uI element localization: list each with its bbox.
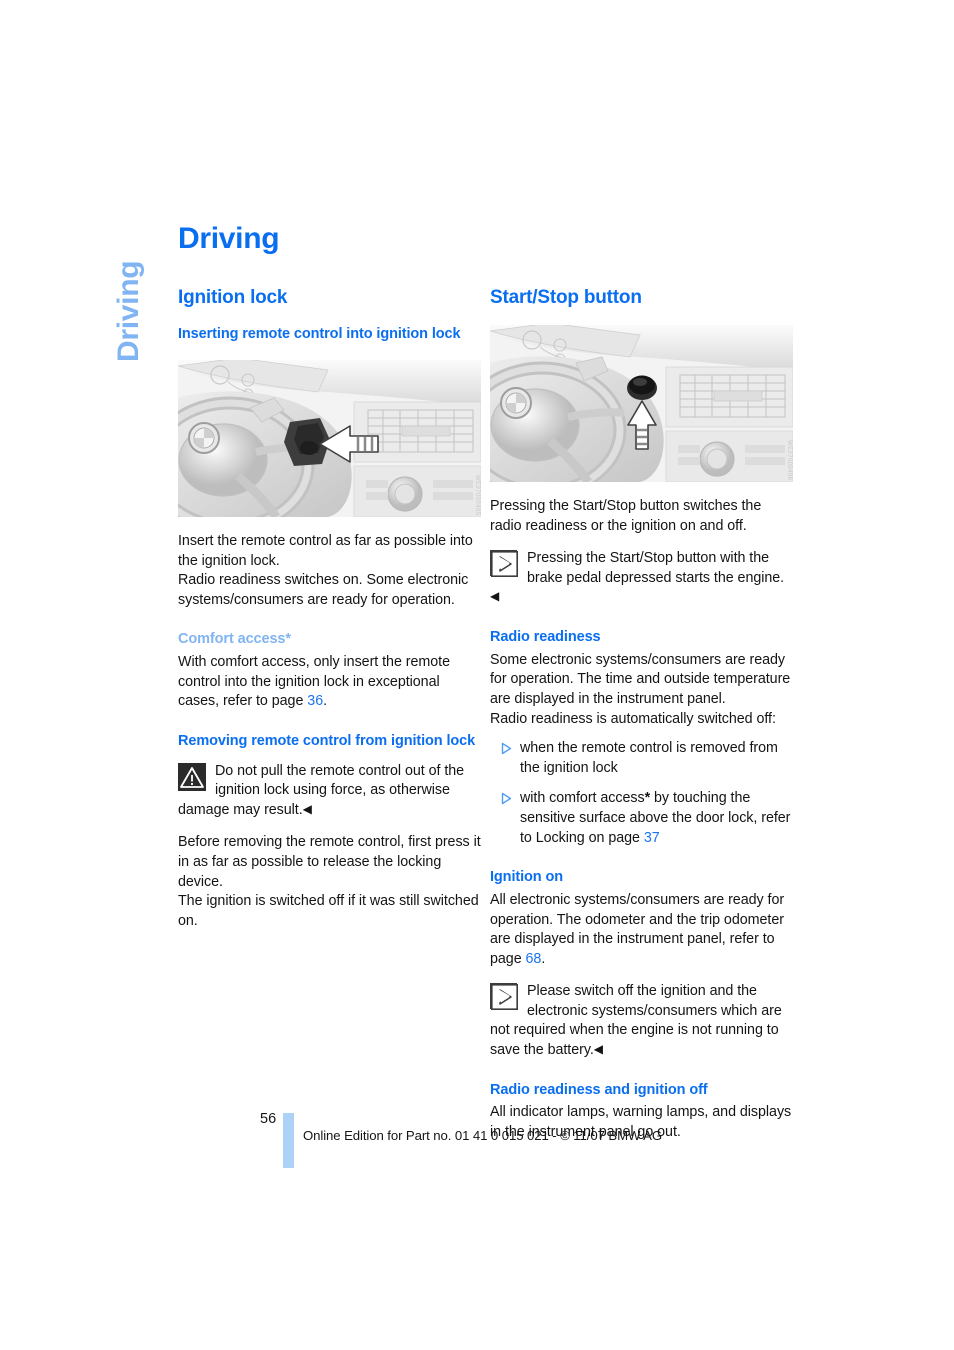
- manual-page: Driving Driving Ignition lock Inserting …: [0, 0, 954, 1350]
- page-number: 56: [260, 1111, 277, 1127]
- note-end-marker: ◀: [302, 801, 312, 816]
- bullet-triangle-icon: [493, 743, 512, 755]
- paragraph-radio-readiness-switched-off: Radio readiness is automatically switche…: [490, 710, 776, 727]
- paragraph-radio-readiness-desc: Some electronic systems/consumers are re…: [490, 651, 791, 708]
- note-end-marker: ◀: [593, 1042, 603, 1056]
- figure-code-label: WE27000495: [474, 474, 480, 516]
- triangle-note-icon: [490, 550, 518, 578]
- info-note-text: Pressing the Start/Stop button with the …: [527, 550, 785, 586]
- footer-accent-bar: [283, 1113, 294, 1168]
- page-reference-37[interactable]: 37: [644, 830, 660, 846]
- figure-code-label: WE27000496: [786, 439, 792, 481]
- bullet-text: when the remote control is removed from …: [520, 740, 778, 776]
- paragraph-before-removing: Before removing the remote control, firs…: [178, 834, 481, 890]
- comfort-access-text-post: .: [323, 693, 328, 710]
- page-reference-68[interactable]: 68: [526, 951, 542, 967]
- list-item: when the remote control is removed from …: [490, 739, 793, 778]
- figure-start-stop-button-illustration: WE27000496: [490, 325, 793, 483]
- warning-note-block: Do not pull the remote control out of th…: [178, 762, 481, 821]
- warning-triangle-icon: [178, 762, 206, 791]
- paragraph-ignition-switched-off: The ignition is switched off if it was s…: [178, 893, 479, 929]
- left-column: Ignition lock Inserting remote control i…: [178, 286, 481, 931]
- section-heading-ignition-lock: Ignition lock: [178, 287, 288, 308]
- note-end-marker: ◀: [490, 589, 500, 604]
- subheading-ignition-on: Ignition on: [490, 869, 563, 886]
- chapter-side-tab: Driving: [112, 260, 145, 362]
- figure-ignition-lock-illustration: WE27000495: [178, 360, 481, 518]
- warning-note-text: Do not pull the remote control out of th…: [178, 762, 465, 818]
- info-note-block-engine-start: Pressing the Start/Stop button with the …: [490, 549, 793, 608]
- info-note-text: Please switch off the ignition and the e…: [490, 983, 782, 1058]
- ignition-on-text-post: .: [541, 950, 546, 967]
- paragraph-comfort-access: With comfort access, only insert the rem…: [178, 653, 481, 712]
- subheading-radio-readiness-ignition-off: Radio readiness and ignition off: [490, 1081, 708, 1098]
- bullet-triangle-icon: [493, 793, 512, 805]
- paragraph-ignition-on-desc: All electronic systems/consumers are rea…: [490, 891, 793, 969]
- paragraph-radio-readiness-on: Radio readiness switches on. Some electr…: [178, 572, 469, 608]
- subheading-radio-readiness: Radio readiness: [490, 629, 601, 646]
- paragraph-pressing-start-stop: Pressing the Start/Stop button switches …: [490, 498, 762, 534]
- info-note-block-save-battery: Please switch off the ignition and the e…: [490, 982, 793, 1060]
- triangle-note-icon: [490, 983, 518, 1011]
- subheading-comfort-access: Comfort access*: [178, 631, 291, 648]
- subheading-removing-remote-control: Removing remote control from ignition lo…: [178, 732, 476, 749]
- page-title: Driving: [178, 222, 280, 255]
- section-heading-start-stop-button: Start/Stop button: [490, 287, 642, 308]
- footer-imprint: Online Edition for Part no. 01 41 0 015 …: [303, 1128, 663, 1143]
- page-reference-36[interactable]: 36: [307, 693, 323, 709]
- right-column: Start/Stop button WE27000496 Pressing th…: [490, 286, 793, 1143]
- list-item: with comfort access* by touching the sen…: [490, 789, 793, 848]
- bullet-text-pre: with comfort access: [520, 790, 645, 807]
- subheading-inserting-remote-control: Inserting remote control into ignition l…: [178, 326, 461, 343]
- paragraph-insert-remote: Insert the remote control as far as poss…: [178, 533, 473, 569]
- radio-readiness-bullet-list: when the remote control is removed from …: [490, 739, 793, 848]
